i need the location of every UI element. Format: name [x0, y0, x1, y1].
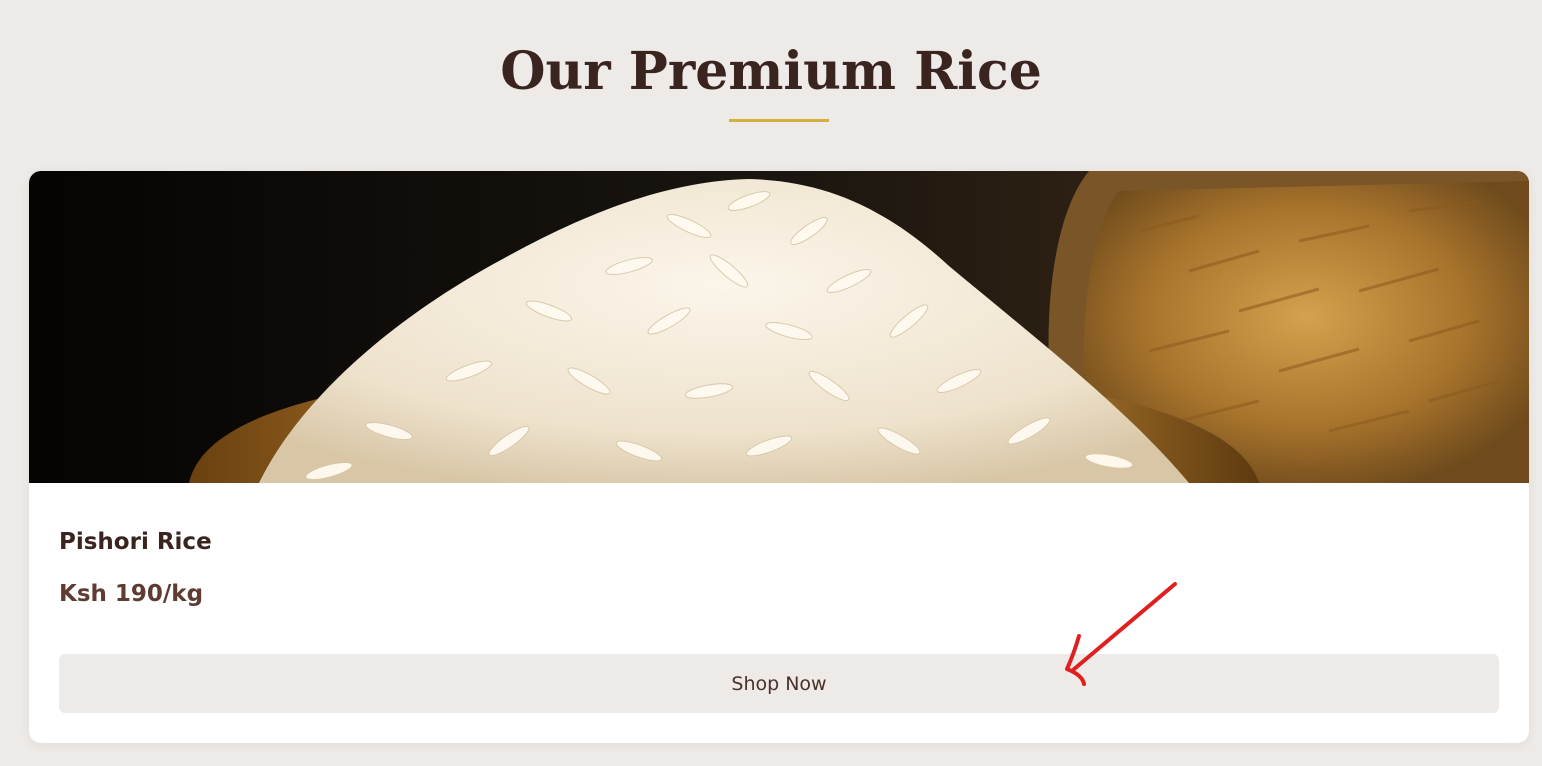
section-title: Our Premium Rice [500, 41, 1042, 102]
title-underline [729, 119, 829, 122]
product-name: Pishori Rice [59, 529, 212, 555]
product-card: Pishori Rice Ksh 190/kg Shop Now [29, 171, 1529, 743]
product-price: Ksh 190/kg [59, 581, 204, 607]
red-arrow-icon [1065, 582, 1177, 686]
shop-now-button[interactable]: Shop Now [59, 654, 1499, 713]
product-image [29, 171, 1529, 483]
